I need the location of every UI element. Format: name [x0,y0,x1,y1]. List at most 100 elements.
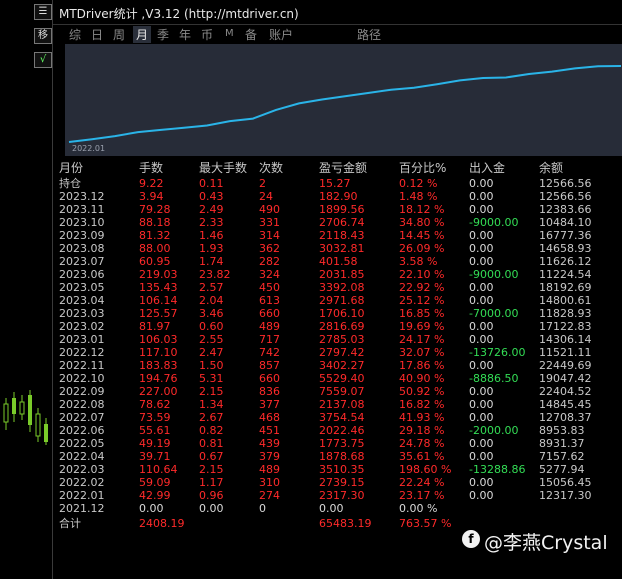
table-row: 2021.12 0.00 0.00 0 0.00 0.00 % [57,502,617,515]
table-row: 2022.06 55.61 0.82 451 2022.46 29.18 % -2000.0… [57,424,617,437]
row-lots: 49.19 [139,437,171,450]
header-percent: 百分比% [399,161,447,175]
watermark-text: @李燕Crystal [484,532,608,554]
chart-start-date: 2022.01 [72,144,106,153]
header-max-lots: 最大手数 [199,161,248,175]
row-percent: 32.07 % [399,346,445,359]
row-lots: 81.97 [139,320,171,333]
row-month: 2022.11 [59,359,105,372]
row-month: 2022.04 [59,450,105,463]
header-pnl: 盈亏金额 [319,161,368,175]
row-balance: 14800.61 [539,294,592,307]
row-lots: 194.76 [139,372,178,385]
row-count: 314 [259,229,280,242]
row-deposit-withdrawal: 0.00 [469,450,494,463]
row-count: 857 [259,359,280,372]
row-deposit-withdrawal: -7000.00 [469,307,519,320]
row-pnl: 3392.08 [319,281,365,294]
row-max-lots: 0.00 [199,502,224,515]
row-count: 379 [259,450,280,463]
row-deposit-withdrawal: -13288.86 [469,463,526,476]
row-percent: 34.80 % [399,216,445,229]
tab-quarter[interactable]: 季 [157,26,169,43]
row-pnl: 2706.74 [319,216,365,229]
header-lots: 手数 [139,161,164,175]
total-pnl: 65483.19 [319,517,372,530]
row-count: 324 [259,268,280,281]
row-max-lots: 2.57 [199,281,224,294]
row-deposit-withdrawal: 0.00 [469,190,494,203]
row-percent: 23.17 % [399,489,445,502]
row-deposit-withdrawal: 0.00 [469,398,494,411]
tab-currency[interactable]: 币 [201,26,213,43]
row-month: 2023.02 [59,320,105,333]
table-row: 2023.06 219.03 23.82 324 2031.85 22.10 % -9000… [57,268,617,281]
row-pnl: 401.58 [319,255,358,268]
row-deposit-withdrawal: 0.00 [469,437,494,450]
row-count: 450 [259,281,280,294]
row-count: 362 [259,242,280,255]
row-month: 2023.04 [59,294,105,307]
tab-day[interactable]: 日 [91,26,103,43]
row-count: 660 [259,307,280,320]
table-row: 2022.07 73.59 2.67 468 3754.54 41.93 % 0.00 127… [57,411,617,424]
tab-overview[interactable]: 综 [69,26,81,43]
tab-account[interactable]: 账户 [269,26,293,43]
table-row: 2022.05 49.19 0.81 439 1773.75 24.78 % 0.00 893… [57,437,617,450]
row-pnl: 1899.56 [319,203,365,216]
row-lots: 78.62 [139,398,171,411]
row-deposit-withdrawal: -2000.00 [469,424,519,437]
row-count: 490 [259,203,280,216]
row-count: 2 [259,177,266,190]
row-percent: 22.92 % [399,281,445,294]
row-percent: 29.18 % [399,424,445,437]
row-pnl: 3754.54 [319,411,365,424]
row-lots: 135.43 [139,281,178,294]
row-month: 2023.10 [59,216,105,229]
header-month: 月份 [59,161,84,175]
row-month: 2022.06 [59,424,105,437]
row-balance: 5277.94 [539,463,585,476]
row-lots: 106.03 [139,333,178,346]
row-percent: 0.00 % [399,502,438,515]
row-percent: 14.45 % [399,229,445,242]
tab-m[interactable]: M [225,28,234,39]
table-row: 2023.02 81.97 0.60 489 2816.69 19.69 % 0.00 171… [57,320,617,333]
row-lots: 125.57 [139,307,178,320]
row-count: 489 [259,463,280,476]
row-count: 310 [259,476,280,489]
tab-week[interactable]: 周 [113,26,125,43]
candlestick-fragment [3,390,48,445]
tab-month[interactable]: 月 [133,26,152,43]
header-count: 次数 [259,161,284,175]
row-deposit-withdrawal: -13726.00 [469,346,526,359]
row-month: 2022.07 [59,411,105,424]
row-balance: 11521.11 [539,346,592,359]
table-header: 月份 手数 最大手数 次数 盈亏金额 百分比% 出入金 余额 [57,162,617,175]
table-row: 2023.08 88.00 1.93 362 3032.81 26.09 % 0.00 146… [57,242,617,255]
row-deposit-withdrawal: 0.00 [469,203,494,216]
row-max-lots: 0.96 [199,489,224,502]
row-percent: 17.86 % [399,359,445,372]
row-month: 2021.12 [59,502,105,515]
row-percent: 25.12 % [399,294,445,307]
row-deposit-withdrawal: 0.00 [469,242,494,255]
row-max-lots: 0.82 [199,424,224,437]
row-pnl: 2797.42 [319,346,365,359]
row-pnl: 5529.40 [319,372,365,385]
row-pnl: 2816.69 [319,320,365,333]
row-max-lots: 2.55 [199,333,224,346]
tab-year[interactable]: 年 [179,26,191,43]
row-percent: 198.60 % [399,463,452,476]
row-month: 2023.05 [59,281,105,294]
row-month: 2023.08 [59,242,105,255]
row-deposit-withdrawal: 0.00 [469,476,494,489]
tab-notes[interactable]: 备 [245,26,257,43]
row-pnl: 2971.68 [319,294,365,307]
row-pnl: 182.90 [319,190,358,203]
row-lots: 183.83 [139,359,178,372]
title-bar[interactable]: MTDriver统计 ,V3.12 (http://mtdriver.cn) [53,0,622,25]
row-count: 613 [259,294,280,307]
tab-path[interactable]: 路径 [357,26,381,43]
table-row: 2022.09 227.00 2.15 836 7559.07 50.92 % 0.00 22… [57,385,617,398]
